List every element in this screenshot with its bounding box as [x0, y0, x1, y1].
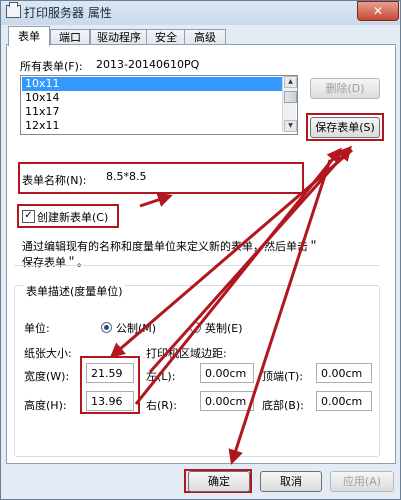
right-margin-input[interactable]: 0.00cm [200, 391, 254, 411]
annotation-box-size [80, 356, 140, 414]
delete-button[interactable]: 删除(D) [310, 78, 380, 99]
tab-forms[interactable]: 表单 [8, 26, 50, 46]
form-name-input[interactable]: 8.5*8.5 [102, 167, 300, 187]
width-label: 宽度(W): [24, 370, 70, 383]
top-margin-input[interactable]: 0.00cm [316, 363, 372, 383]
bottom-margin-label: 底部(B): [262, 399, 304, 412]
create-new-form-label: 创建新表单(C) [37, 211, 109, 224]
left-margin-input[interactable]: 0.00cm [200, 363, 254, 383]
save-form-button[interactable]: 保存表单(S) [310, 117, 380, 138]
hint-line-1: 通过编辑现有的名称和度量单位来定义新的表单，然后单击＂ [22, 240, 319, 253]
list-item[interactable]: 11x17 [22, 105, 287, 119]
scroll-thumb[interactable] [284, 91, 297, 103]
create-new-form-checkbox[interactable]: ✓ [22, 210, 35, 223]
metric-label: 公制(M) [116, 322, 157, 335]
apply-button[interactable]: 应用(A) [330, 471, 394, 492]
bottom-margin-input[interactable]: 0.00cm [316, 391, 372, 411]
right-margin-label: 右(R): [146, 399, 177, 412]
scroll-up-icon[interactable]: ▲ [284, 76, 297, 88]
imperial-radio[interactable] [190, 322, 201, 333]
list-item[interactable]: 12x11 [22, 119, 287, 133]
form-name-label: 表单名称(N): [22, 174, 87, 187]
list-item[interactable]: 10x11 [22, 77, 287, 91]
ok-button[interactable]: 确定 [188, 471, 250, 492]
window-title: 打印服务器 属性 [24, 6, 112, 20]
imperial-label: 英制(E) [205, 322, 243, 335]
forms-scrollbar[interactable]: ▲ ▼ [282, 76, 297, 132]
printer-margins-label: 打印机区域边距: [146, 347, 227, 360]
scroll-down-icon[interactable]: ▼ [284, 120, 297, 132]
top-margin-label: 顶端(T): [262, 370, 304, 383]
all-forms-label: 所有表单(F): [20, 60, 83, 73]
description-group-label: 表单描述(度量单位) [24, 283, 125, 299]
forms-listbox[interactable]: 10x11 10x14 11x17 12x11 [20, 75, 298, 135]
unit-label: 单位: [24, 322, 50, 335]
height-label: 高度(H): [24, 399, 67, 412]
hint-line-2: 保存表单＂。 [22, 256, 88, 269]
close-button[interactable]: ✕ [357, 1, 399, 21]
separator [14, 265, 380, 266]
metric-radio[interactable] [101, 322, 112, 333]
server-name: 2013-20140610PQ [96, 58, 200, 71]
printer-icon [6, 2, 21, 18]
cancel-button[interactable]: 取消 [260, 471, 322, 492]
paper-size-label: 纸张大小: [24, 347, 72, 360]
left-margin-label: 左(L): [146, 370, 176, 383]
list-item[interactable]: 10x14 [22, 91, 287, 105]
